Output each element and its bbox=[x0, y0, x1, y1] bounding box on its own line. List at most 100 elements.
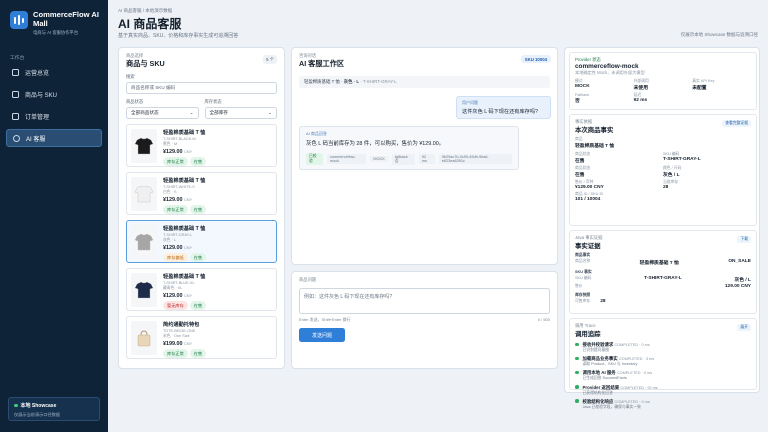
product-card[interactable]: 轻盈棉质基础 T 恤 T-SHIRT-BLUE-XL 藏青色 · XL ¥129… bbox=[126, 268, 277, 311]
showcase-subtitle: 仅展示当前演示口径数据 bbox=[14, 412, 61, 417]
step-desc: 已生成回答 SucceedFacts bbox=[582, 376, 627, 381]
product-name: 轻盈棉质基础 T 恤 bbox=[163, 226, 206, 232]
insight-panel: Provider 状态 commerceflow-mock 本地确定性 Mock… bbox=[564, 47, 760, 409]
status-badge: 库存正常 bbox=[163, 157, 188, 166]
sku-code-label: SKU 编码 bbox=[575, 276, 592, 280]
field-value: 101 / 10004 bbox=[575, 197, 601, 202]
question-panel: 商品问题 例如：这件灰色 L 码下现在还有库存吗? Enter 发送，Shift… bbox=[291, 271, 558, 369]
step-desc: 已识别提问意图 bbox=[582, 348, 610, 352]
product-price: ¥129.00 bbox=[163, 293, 183, 299]
field-value: MOCK bbox=[575, 84, 590, 89]
product-context: 轻盈棉质基础 T 恤 · 灰色 · L · T-SHIRT-GRAY-L bbox=[299, 76, 550, 88]
card-title: 事实证据 bbox=[575, 243, 601, 250]
field-value: 未使用 bbox=[633, 86, 648, 91]
input-hint: Enter 发送，Shift+Enter 换行 bbox=[299, 317, 351, 322]
product-card[interactable]: 轻盈棉质基础 T 恤 T-SHIRT-BLACK-M 黑色 · M ¥129.0… bbox=[126, 124, 277, 167]
download-evidence-button[interactable]: 下载 bbox=[737, 236, 751, 243]
product-name: 轻盈棉质基础 T 恤 bbox=[163, 274, 206, 280]
product-thumbnail bbox=[131, 129, 157, 163]
chat-panel: 咨询对话 AI 客服工作区 SKU 10004 轻盈棉质基础 T 恤 · 灰色 … bbox=[291, 47, 558, 265]
product-sku: T-SHIRT-WHITE-S bbox=[163, 185, 195, 189]
product-price: ¥129.00 bbox=[163, 149, 183, 155]
field-value: 未配置 bbox=[692, 86, 707, 91]
sidebar-item-products[interactable]: 商品与 SKU bbox=[6, 85, 102, 103]
status-badge: 在售 bbox=[189, 349, 207, 358]
trace-id-tag: 9b29ac7b-0c99-49db-9bad-e623ea6391c bbox=[438, 154, 512, 164]
status-badge: 库存正常 bbox=[163, 349, 188, 358]
status-filter-value: 全部商品状态 bbox=[131, 110, 159, 115]
sidebar-item-orders[interactable]: 订单管理 bbox=[6, 107, 102, 125]
product-name: 轻盈棉质基础 T 恤 bbox=[163, 130, 206, 136]
field-value: T-SHIRT-GRAY-L bbox=[663, 157, 701, 162]
search-label: 搜索 bbox=[126, 74, 135, 79]
nav-section-label: 工作台 bbox=[10, 56, 25, 61]
product-price: ¥129.00 bbox=[163, 197, 183, 203]
product-currency: CNY bbox=[184, 246, 193, 250]
check-icon bbox=[575, 399, 579, 403]
product-currency: CNY bbox=[184, 198, 193, 202]
provider-name: commerceflow-mock bbox=[575, 63, 639, 70]
user-message: 用户问题 这件灰色 L 码下现在还有库存吗? bbox=[456, 96, 551, 119]
breadcrumb: AI 商品客服 / 本地演示数据 bbox=[118, 8, 173, 13]
expand-trace-button[interactable]: 展开 bbox=[737, 324, 751, 331]
step-title: 加载商品业务事实 bbox=[582, 356, 618, 362]
sku-spec-value: 灰色 / L bbox=[734, 278, 751, 283]
ai-message-caption: AI 商品回答 bbox=[306, 131, 327, 136]
latency-tag: 92 ms bbox=[418, 154, 435, 164]
product-card[interactable]: 轻盈棉质基础 T 恤 T-SHIRT-WHITE-S 白色 · S ¥129.0… bbox=[126, 172, 277, 215]
panel-caption: 商品问题 bbox=[299, 277, 317, 282]
sidebar-item-label: 运营总览 bbox=[25, 70, 50, 77]
status-filter-label: 商品状态 bbox=[126, 99, 144, 104]
header-note: 仅展示本地 Showcase 数据与追溯口径 bbox=[680, 32, 758, 37]
evidence-card: Java 事实证据 事实证据 下载 商品事实 商品名称 轻盈棉质基础 T 恤 O… bbox=[569, 230, 757, 314]
sidebar-nav: 运营总览 商品与 SKU 订单管理 AI 客服 bbox=[6, 63, 102, 151]
product-spec: 藏青色 · XL bbox=[163, 286, 183, 290]
status-badge: 在售 bbox=[189, 157, 207, 166]
product-name: 简约通勤托特包 bbox=[163, 322, 200, 328]
product-card[interactable]: 简约通勤托特包 TOTE-BEIGE-ONE 米色 · One Size ¥19… bbox=[126, 316, 277, 359]
status-badge: 暂无库存 bbox=[163, 301, 188, 310]
field-value: 在售 bbox=[575, 159, 585, 164]
user-message-text: 这件灰色 L 码下现在还有库存吗? bbox=[462, 109, 538, 115]
sidebar-item-label: 商品与 SKU bbox=[25, 92, 58, 99]
step-title: 调用本地 AI 服务 bbox=[582, 370, 616, 376]
product-count-badge: 5 个 bbox=[263, 55, 277, 64]
product-card[interactable]: 轻盈棉质基础 T 恤 T-SHIRT-GRAY-L 灰色 · L ¥129.00… bbox=[126, 220, 277, 263]
product-sku: TOTE-BEIGE-ONE bbox=[163, 329, 196, 333]
ai-message-text: 灰色 L 码当前库存为 28 件，可以购买，售价为 ¥129.00。 bbox=[306, 141, 445, 147]
step-title: 校验结构化响应 bbox=[582, 398, 614, 404]
sidebar-item-ai-service[interactable]: AI 客服 bbox=[6, 129, 102, 147]
trace-steps: 接收并校验请求 COMPLETED · 0 ms 已识别提问意图 加载商品业务事… bbox=[575, 342, 751, 410]
provider-desc: 本地确定性 Mock，未调用外部大模型 bbox=[575, 70, 645, 75]
char-counter: 0 / 500 bbox=[537, 317, 550, 322]
step-title: 接收并校验请求 bbox=[582, 342, 614, 347]
trace-step: 调用本地 AI 服务 COMPLETED · 0 ms 已生成回答 Succee… bbox=[575, 370, 751, 381]
stock-filter-label: 库存状态 bbox=[204, 99, 222, 104]
sidebar-item-label: AI 客服 bbox=[26, 136, 46, 143]
product-spec: 黑色 · M bbox=[163, 142, 178, 146]
question-input[interactable]: 例如：这件灰色 L 码下现在还有库存吗? bbox=[299, 288, 550, 314]
brand-title: CommerceFlow AI Mall bbox=[33, 10, 99, 28]
product-currency: CNY bbox=[184, 150, 193, 154]
ai-message-meta: 已校验 commerceflow-mock MOCK fallback 否 92… bbox=[306, 153, 512, 165]
showcase-title: 本地 Showcase bbox=[20, 403, 57, 409]
product-price: ¥199.00 bbox=[163, 341, 183, 347]
send-button[interactable]: 发送问题 bbox=[299, 328, 345, 342]
stock-filter-select[interactable]: 全部库存 ⌄ bbox=[204, 107, 277, 119]
context-product: 轻盈棉质基础 T 恤 · bbox=[304, 79, 344, 84]
field-value: 28 bbox=[663, 185, 669, 190]
sidebar-item-overview[interactable]: 运营总览 bbox=[6, 63, 102, 81]
search-input[interactable]: 商品名称或 SKU 编码 bbox=[126, 82, 277, 94]
status-filter-select[interactable]: 全部商品状态 ⌄ bbox=[126, 107, 199, 119]
trace-step: 接收并校验请求 COMPLETED · 0 ms 已识别提问意图 bbox=[575, 342, 751, 353]
product-value: 轻盈棉质基础 T 恤 bbox=[575, 144, 615, 149]
product-thumbnail bbox=[131, 225, 157, 259]
sidebar: CommerceFlow AI Mall 电商与 AI 客服协作平台 工作台 运… bbox=[0, 0, 108, 432]
product-currency: CNY bbox=[184, 342, 193, 346]
view-evidence-button[interactable]: 查看完整证据 bbox=[722, 120, 751, 127]
step-desc: Java 已校验字段，确保与事实一致 bbox=[582, 404, 641, 409]
trace-step: 校验结构化响应 COMPLETED · 0 ms Java 已校验字段，确保与事… bbox=[575, 399, 751, 410]
box-icon bbox=[12, 90, 19, 98]
sidebar-item-label: 订单管理 bbox=[25, 114, 50, 121]
product-price: ¥129.00 bbox=[163, 245, 183, 251]
